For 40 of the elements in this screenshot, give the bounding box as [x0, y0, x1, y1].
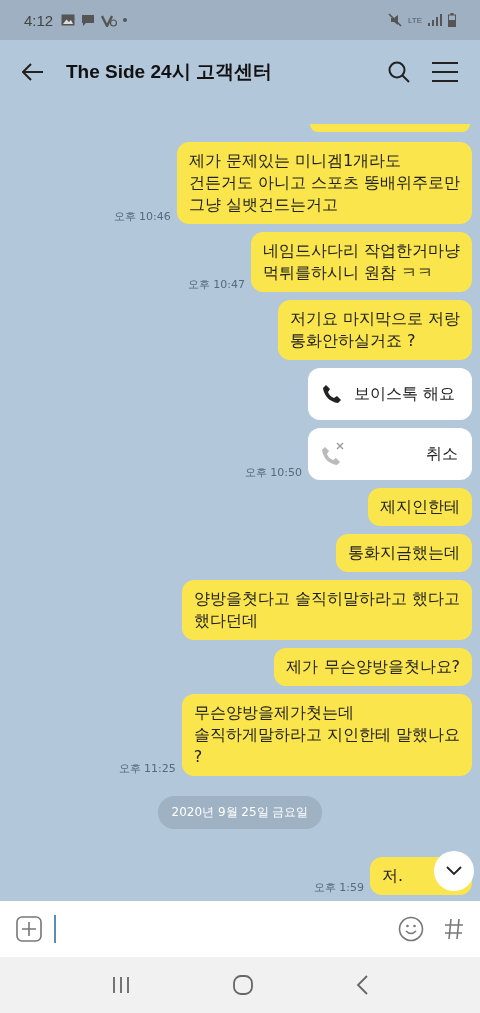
call-label: 취소 [426, 443, 458, 465]
missed-call-icon [322, 442, 346, 466]
phone-icon [322, 384, 342, 404]
home-icon[interactable] [233, 975, 253, 995]
emoji-icon[interactable] [398, 916, 424, 942]
chat-title: The Side 24시 고객센터 [66, 60, 272, 84]
message-bubble: 제가 문제있는 미니겜1개라도 건든거도 아니고 스포츠 똥배위주로만 그냥 실뱃건드는거고 [176, 142, 472, 224]
message-time: 오후 10:47 [187, 277, 245, 292]
message-time: 오후 10:50 [244, 465, 302, 480]
back-arrow-icon[interactable] [22, 63, 44, 81]
call-card[interactable]: 취소 [308, 428, 472, 480]
image-icon [61, 14, 76, 26]
add-icon[interactable] [16, 916, 42, 942]
status-time: 4:12 [24, 11, 54, 29]
message-bubble: 양방을쳣다고 솔직히말하라고 했다고 했다던데 [181, 580, 472, 640]
hashtag-icon[interactable] [444, 918, 464, 940]
message-bubble: 제지인한테 [368, 488, 472, 526]
call-label: 보이스톡 해요 [354, 383, 456, 405]
message-time: 오후 1:59 [313, 880, 364, 895]
scroll-down-button[interactable] [434, 851, 474, 891]
back-icon[interactable] [356, 975, 369, 995]
signal-icon [428, 14, 442, 26]
message-bubble: 저기요 마지막으로 저랑 통화안하실거죠 ? [277, 300, 472, 360]
recent-apps-icon[interactable] [111, 976, 130, 994]
search-icon[interactable] [388, 61, 410, 83]
chevron-down-icon [446, 866, 462, 876]
message-bubble: 통화지금했는데 [336, 534, 472, 572]
message-bubble: 무슨양방을제가쳣는데 솔직하게말하라고 지인한테 말했나요 ? [181, 694, 472, 776]
message-icon [81, 13, 96, 27]
network-type: LTE [407, 15, 422, 25]
dot-icon [123, 18, 128, 22]
date-divider: 2020년 9월 25일 금요일 [157, 796, 323, 829]
menu-icon[interactable] [432, 62, 458, 82]
call-card[interactable]: 보이스톡 해요 [308, 368, 472, 420]
message-time: 오후 11:25 [118, 761, 176, 776]
message-bubble: 제가 무슨양방을쳣나요? [274, 648, 472, 686]
mute-icon [387, 13, 402, 27]
battery-icon [448, 13, 456, 27]
message-bubble: 네임드사다리 작업한거마냥 먹튀를하시니 원참 ㅋㅋ [250, 232, 472, 292]
message-time: 오후 10:46 [113, 209, 171, 224]
